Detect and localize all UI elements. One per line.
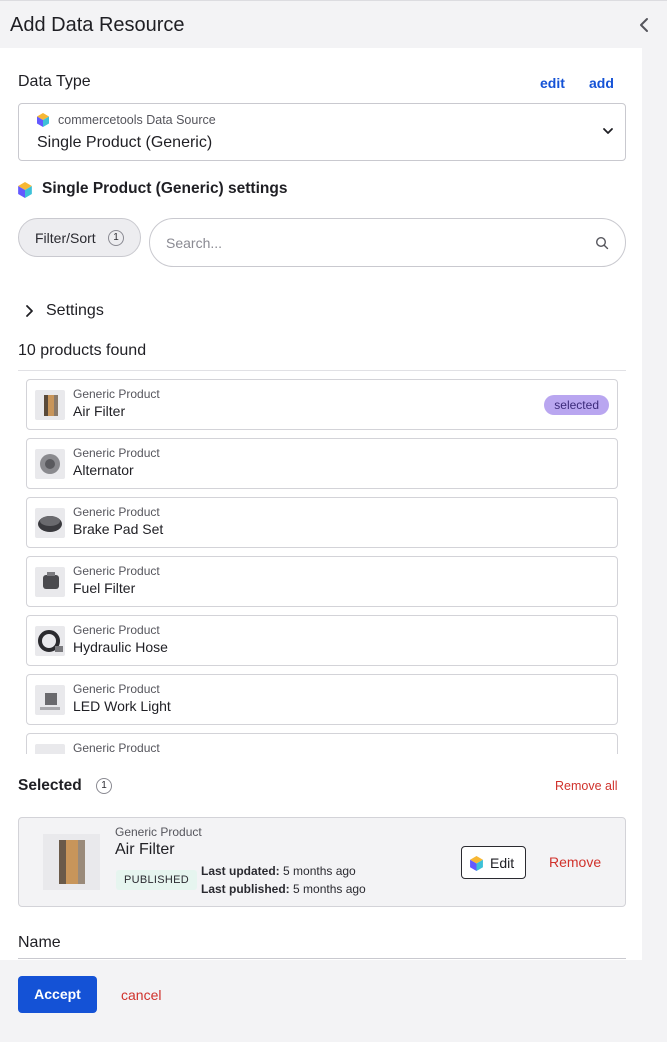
selected-item-card: Generic Product Air Filter PUBLISHED Las… — [18, 817, 626, 907]
product-thumbnail — [35, 567, 65, 597]
search-box — [149, 218, 626, 267]
product-row[interactable]: Generic Product Hydraulic Hose — [26, 615, 618, 666]
filter-count-badge: 1 — [108, 230, 124, 246]
name-field-label: Name — [18, 934, 61, 951]
last-updated: Last updated: 5 months ago — [201, 864, 356, 878]
accept-button[interactable]: Accept — [18, 976, 97, 1013]
selected-count-badge: 1 — [96, 778, 112, 794]
product-name: Hydraulic Hose — [73, 639, 168, 655]
product-type: Generic Product — [73, 741, 160, 754]
product-name: Alternator — [73, 462, 134, 478]
selected-product-name: Air Filter — [115, 841, 175, 858]
cancel-button[interactable]: cancel — [121, 987, 161, 1003]
product-row[interactable]: Generic Product Air Filter selected — [26, 379, 618, 430]
search-input[interactable] — [166, 232, 566, 254]
product-type: Generic Product — [73, 682, 160, 696]
commercetools-logo-icon — [37, 113, 49, 127]
selected-product-type: Generic Product — [115, 825, 202, 839]
product-name: Air Filter — [73, 403, 126, 419]
name-field-input[interactable] — [18, 958, 626, 959]
product-type: Generic Product — [73, 387, 160, 401]
product-row[interactable]: Generic Product LED Work Light — [26, 674, 618, 725]
chevron-down-icon — [603, 128, 613, 134]
edit-product-label: Edit — [490, 855, 515, 871]
commercetools-logo-icon — [18, 182, 32, 198]
data-source-name: commercetools Data Source — [58, 113, 216, 127]
published-status-badge: PUBLISHED — [116, 870, 198, 890]
product-row[interactable]: Generic Product Alternator — [26, 438, 618, 489]
data-type-value: Single Product (Generic) — [37, 134, 213, 151]
product-row[interactable]: Generic Product Fuel Filter — [26, 556, 618, 607]
product-type: Generic Product — [73, 446, 160, 460]
last-published: Last published: 5 months ago — [201, 882, 366, 896]
products-count: 10 products found — [18, 342, 147, 359]
product-thumbnail — [35, 685, 65, 715]
edit-product-button[interactable]: Edit — [461, 846, 526, 879]
remove-all-button[interactable]: Remove all — [555, 779, 618, 793]
product-thumbnail — [35, 744, 65, 754]
selected-badge: selected — [544, 395, 609, 415]
product-thumbnail — [35, 508, 65, 538]
product-thumbnail — [35, 390, 65, 420]
product-name: LED Work Light — [73, 698, 171, 714]
product-thumbnail — [35, 449, 65, 479]
product-type: Generic Product — [73, 564, 160, 578]
search-icon — [595, 236, 609, 250]
data-type-label: Data Type — [18, 73, 91, 90]
data-type-select[interactable]: commercetools Data Source Single Product… — [18, 103, 626, 161]
panel-header: Add Data Resource — [0, 0, 667, 48]
selected-heading: Selected — [18, 777, 82, 794]
product-type: Generic Product — [73, 623, 160, 637]
settings-heading-text: Single Product (Generic) settings — [42, 180, 288, 197]
product-name: Brake Pad Set — [73, 521, 164, 537]
product-row[interactable]: Generic Product — [26, 733, 618, 754]
commercetools-logo-icon — [470, 856, 483, 871]
product-name: Fuel Filter — [73, 580, 136, 596]
filter-sort-button[interactable]: Filter/Sort 1 — [18, 218, 141, 257]
product-row[interactable]: Generic Product Brake Pad Set — [26, 497, 618, 548]
panel-title: Add Data Resource — [10, 14, 185, 36]
resource-panel: Data Type edit add commercetools Data So… — [0, 48, 642, 960]
settings-accordion-label: Settings — [46, 302, 104, 319]
product-image — [43, 834, 100, 890]
product-thumbnail — [35, 626, 65, 656]
remove-product-button[interactable]: Remove — [549, 854, 601, 870]
filter-sort-label: Filter/Sort — [35, 230, 96, 246]
product-list: Generic Product Air Filter selected Gene… — [18, 370, 626, 754]
chevron-left-icon[interactable] — [635, 13, 653, 37]
edit-link[interactable]: edit — [540, 75, 565, 91]
product-type: Generic Product — [73, 505, 160, 519]
chevron-right-icon — [26, 305, 33, 317]
add-link[interactable]: add — [589, 75, 614, 91]
